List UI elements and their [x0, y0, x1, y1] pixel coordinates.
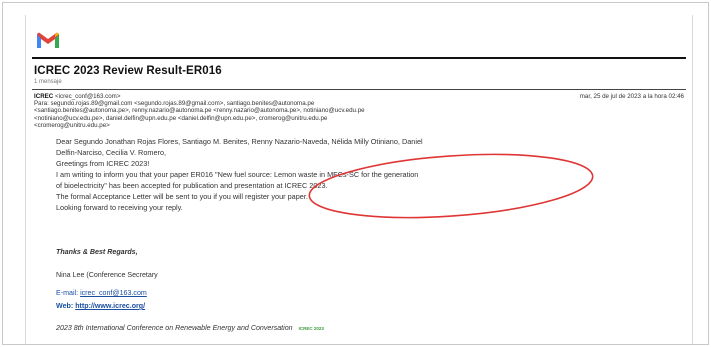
body-line: Looking forward to receiving your reply. [56, 203, 183, 212]
message-count: 1 mensaje [34, 79, 62, 85]
email-date: mar, 25 de jul de 2023 a la hora 02:46 [579, 93, 684, 100]
signature-email-link[interactable]: icrec_conf@163.com [80, 289, 147, 297]
email-body: Dear Segundo Jonathan Rojas Flores, Sant… [56, 136, 686, 213]
body-line: I am writing to inform you that your pap… [56, 170, 419, 179]
recipients-line: <santiago.benites@autonoma.pe>, renny.na… [34, 107, 365, 115]
sender-email[interactable]: <icrec_conf@163.com> [55, 93, 120, 100]
recipients-line: Para: segundo.rojas.89@gmail.com <segund… [34, 100, 315, 108]
body-line: Delfin-Narciso, Cecilia V. Romero, [56, 148, 167, 157]
web-label: Web: [56, 302, 74, 310]
body-line: The formal Acceptance Letter will be sen… [56, 192, 308, 201]
body-line: of bioelectricity" has been accepted for… [56, 181, 328, 190]
subject-divider [32, 89, 686, 90]
conference-text: 2023 8th International Conference on Ren… [56, 324, 293, 332]
email-subject: ICREC 2023 Review Result-ER016 [34, 65, 222, 77]
body-line: Dear Segundo Jonathan Rojas Flores, Sant… [56, 137, 423, 146]
signature-web-link[interactable]: http://www.icrec.org/ [75, 302, 145, 310]
recipients-line: <cromerog@unitru.edu.pe> [34, 121, 110, 129]
gmail-logo-icon [37, 32, 59, 48]
icrec-small-logo: ICREC 2023 [298, 326, 324, 331]
conference-name: 2023 8th International Conference on Ren… [56, 324, 324, 332]
email-label: E-mail: [56, 289, 79, 297]
recipients-line: <notiniano@ucv.edu.pe>, daniel.delfin@up… [34, 114, 328, 122]
email-meta: ICREC <icrec_conf@163.com> mar, 25 de ju… [34, 93, 690, 129]
email-page: ICREC 2023 Review Result-ER016 1 mensaje… [25, 15, 693, 344]
body-line: Greetings from ICREC 2023! [56, 159, 150, 168]
signer-name: Nina Lee (Conference Secretary [56, 271, 158, 279]
signature-web: Web: http://www.icrec.org/ [56, 302, 145, 310]
closing-line: Thanks & Best Regards, [56, 248, 138, 256]
header-divider [32, 57, 686, 59]
sender-name: ICREC [34, 93, 54, 100]
screenshot-frame: ICREC 2023 Review Result-ER016 1 mensaje… [2, 2, 709, 345]
signature-email: E-mail: icrec_conf@163.com [56, 289, 147, 297]
